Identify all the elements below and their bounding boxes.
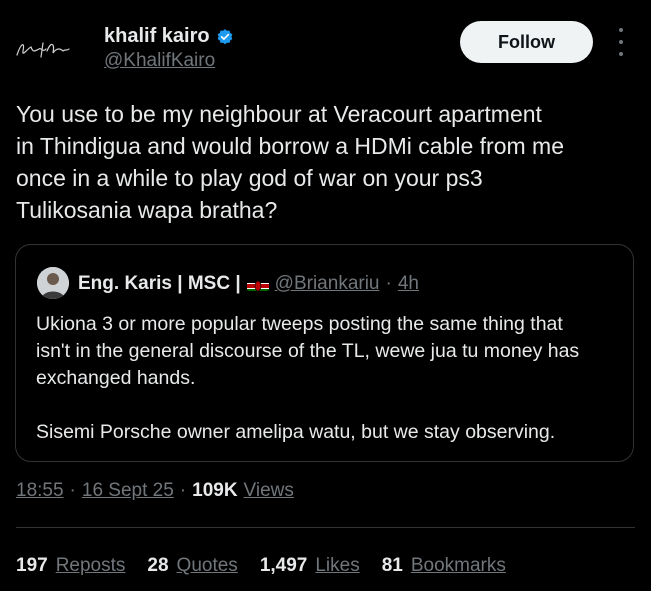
divider	[16, 527, 635, 528]
quote-author-name[interactable]: Eng. Karis | MSC |	[78, 273, 241, 295]
author-handle[interactable]: @KhalifKairo	[104, 50, 215, 72]
quotes-stat[interactable]: 28 Quotes	[147, 555, 237, 577]
tweet-time[interactable]: 18:55	[16, 480, 64, 502]
meta-separator: ·	[179, 480, 187, 501]
reposts-label[interactable]: Reposts	[56, 555, 126, 577]
tweet-meta: 18:55 · 16 Sept 25 · 109K Views	[16, 480, 294, 502]
engagement-stats: 197 Reposts 28 Quotes 1,497 Likes 81 Boo…	[16, 555, 528, 577]
author-name-row: khalif kairo	[104, 25, 234, 48]
author-display-name[interactable]: khalif kairo	[104, 25, 210, 48]
more-vertical-icon[interactable]	[611, 28, 631, 56]
quote-author-avatar[interactable]	[37, 267, 69, 299]
reposts-count: 197	[16, 555, 48, 576]
kenya-flag-icon	[246, 277, 269, 291]
follow-button[interactable]: Follow	[460, 21, 593, 63]
likes-label[interactable]: Likes	[315, 555, 359, 577]
author-avatar[interactable]	[10, 16, 76, 82]
quoted-tweet[interactable]: Eng. Karis | MSC | @Briankariu · 4h Ukio…	[15, 244, 634, 462]
quotes-count: 28	[147, 555, 169, 576]
views-count: 109K	[192, 480, 238, 501]
views-label[interactable]: Views	[244, 480, 294, 502]
quote-body: Ukiona 3 or more popular tweeps posting …	[36, 313, 580, 443]
likes-stat[interactable]: 1,497 Likes	[260, 555, 360, 577]
quotes-label[interactable]: Quotes	[177, 555, 238, 577]
reposts-stat[interactable]: 197 Reposts	[16, 555, 125, 577]
signature-logo-icon	[16, 42, 70, 58]
tweet-date[interactable]: 16 Sept 25	[82, 480, 174, 502]
bookmarks-count: 81	[381, 555, 403, 576]
verified-badge-icon	[217, 28, 232, 44]
quote-timestamp[interactable]: 4h	[398, 273, 419, 295]
quote-header: Eng. Karis | MSC | @Briankariu · 4h	[78, 273, 419, 295]
tweet-header: khalif kairo @KhalifKairo Follow	[0, 0, 651, 90]
bookmarks-stat[interactable]: 81 Bookmarks	[382, 555, 506, 577]
bookmarks-label[interactable]: Bookmarks	[411, 555, 506, 577]
quote-separator: ·	[385, 273, 392, 294]
person-photo-icon	[37, 267, 69, 299]
quote-author-handle[interactable]: @Briankariu	[275, 273, 380, 295]
meta-separator: ·	[69, 480, 76, 501]
tweet-text: You use to be my neighbour at Veracourt …	[16, 101, 565, 223]
likes-count: 1,497	[259, 555, 308, 576]
